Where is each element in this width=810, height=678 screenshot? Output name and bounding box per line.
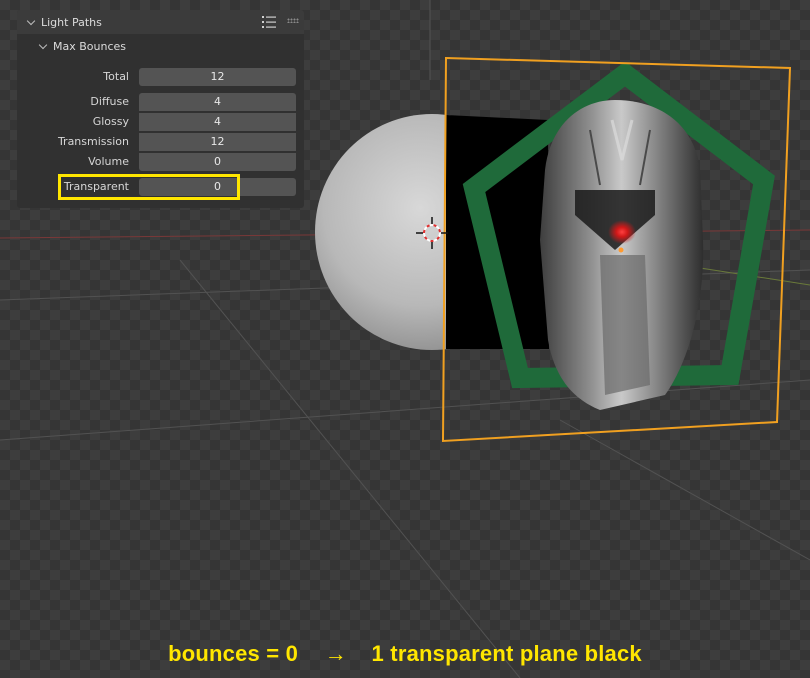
glossy-label: Glossy <box>92 115 129 128</box>
glossy-field[interactable]: 4 <box>139 113 296 131</box>
list-icon[interactable] <box>261 15 277 29</box>
drag-grip-icon[interactable] <box>287 18 299 23</box>
max-bounces-header[interactable]: Max Bounces <box>17 35 304 57</box>
volume-row: Volume 0 <box>17 153 304 171</box>
volume-label: Volume <box>88 155 129 168</box>
volume-field[interactable]: 0 <box>139 153 296 171</box>
annotation-caption: bounces = 0 → 1 transparent plane black <box>0 641 810 667</box>
chevron-down-icon[interactable] <box>27 18 35 26</box>
logo-plane-object[interactable] <box>441 56 792 443</box>
arrow-right-icon: → <box>324 641 347 666</box>
caption-right: 1 transparent plane black <box>371 641 642 666</box>
3d-cursor-icon[interactable] <box>416 217 448 249</box>
total-field[interactable]: 12 <box>139 68 296 86</box>
chevron-down-icon[interactable] <box>39 42 47 50</box>
total-label: Total <box>103 70 129 83</box>
light-paths-header[interactable]: Light Paths <box>17 10 304 34</box>
transmission-row: Transmission 12 <box>17 133 304 151</box>
diffuse-row: Diffuse 4 <box>17 93 304 111</box>
object-origin-dot <box>618 247 624 253</box>
panel-title: Light Paths <box>41 15 102 29</box>
diffuse-field[interactable]: 4 <box>139 93 296 111</box>
helmet-image <box>540 100 704 410</box>
diffuse-label: Diffuse <box>90 95 129 108</box>
subpanel-title: Max Bounces <box>53 39 127 53</box>
caption-left: bounces = 0 <box>168 641 299 666</box>
transmission-label: Transmission <box>57 135 129 148</box>
total-row: Total 12 <box>17 68 304 86</box>
transmission-field[interactable]: 12 <box>139 133 296 151</box>
transparent-highlight-box <box>58 174 240 200</box>
glossy-row: Glossy 4 <box>17 113 304 131</box>
